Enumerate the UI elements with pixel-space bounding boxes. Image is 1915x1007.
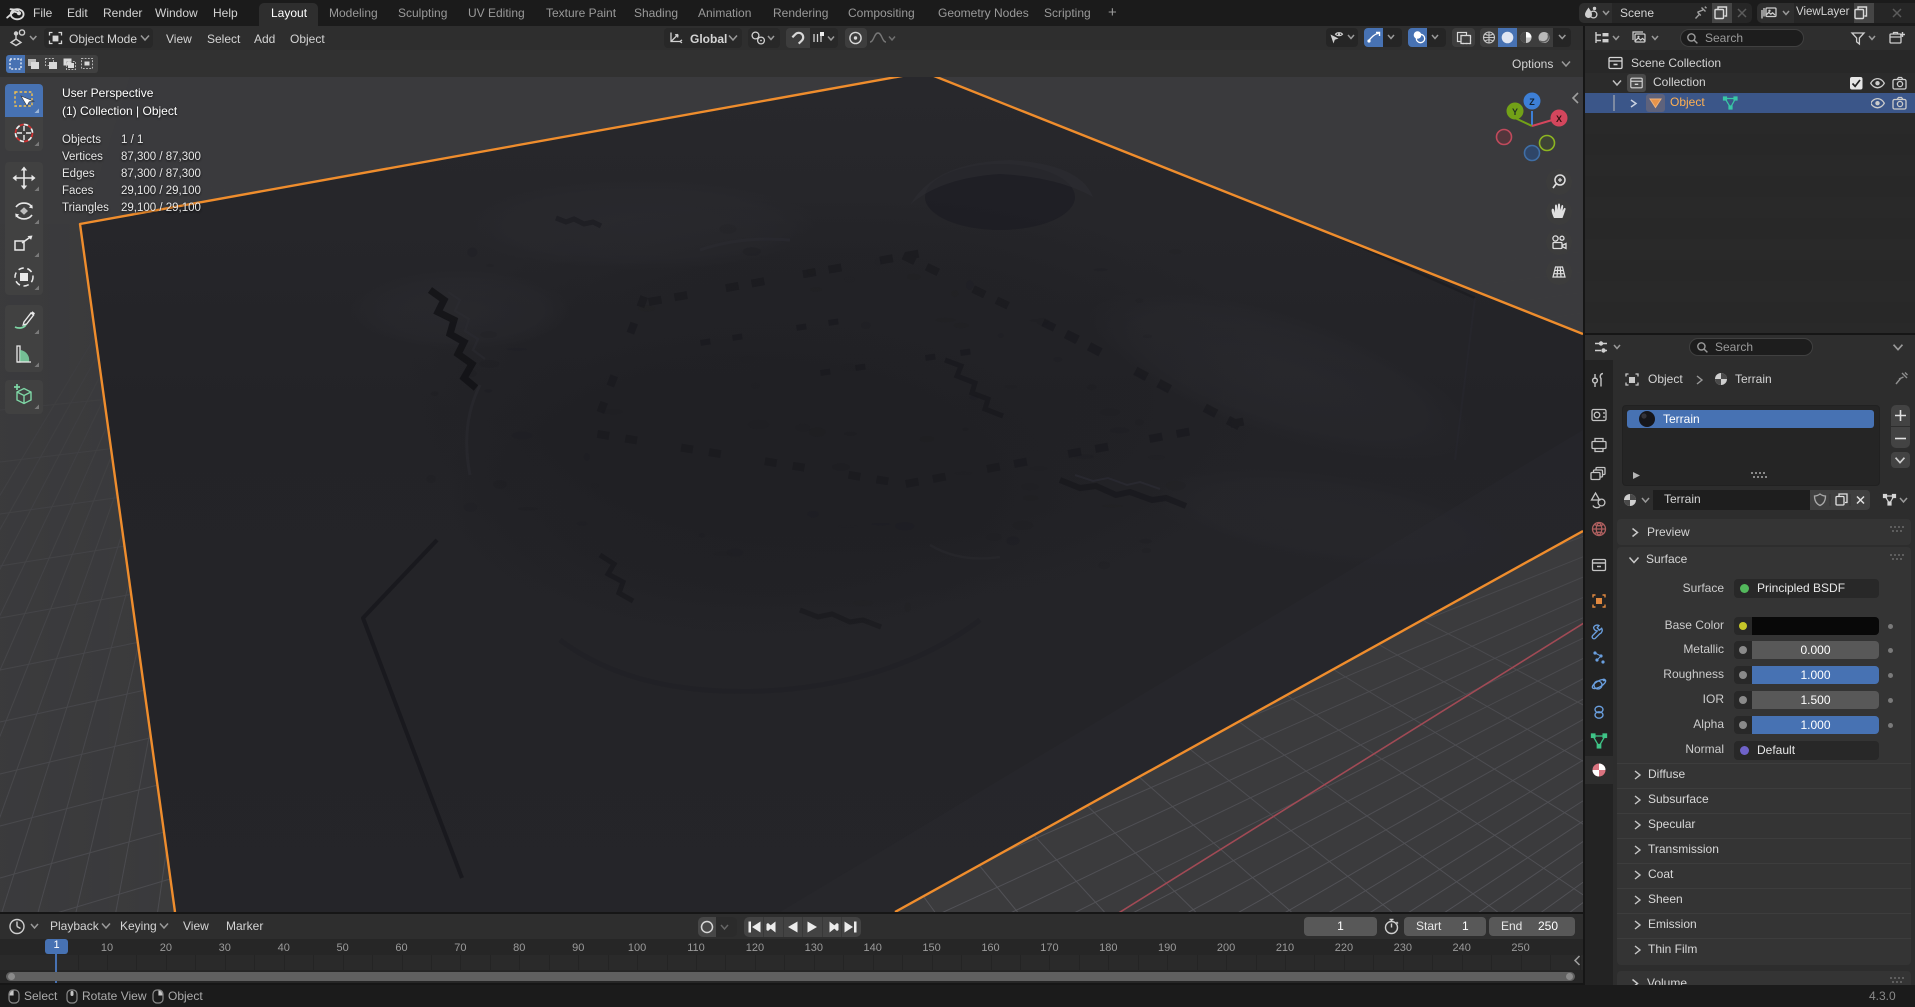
svg-text:X: X bbox=[1556, 114, 1562, 124]
svg-text:Z: Z bbox=[1529, 97, 1535, 107]
svg-text:Y: Y bbox=[1512, 107, 1518, 117]
